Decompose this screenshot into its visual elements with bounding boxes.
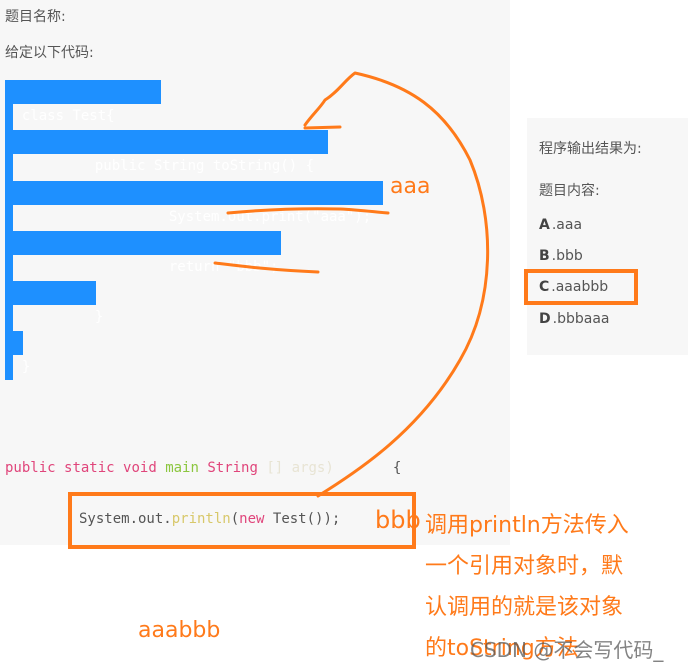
code-line-close-method: } xyxy=(5,281,103,325)
annotation-result: aaabbb xyxy=(138,618,221,643)
code-text: System.out.print("aaa"); xyxy=(168,209,372,225)
code-text: } xyxy=(21,359,31,375)
note-line: 一个引用对象时，默 xyxy=(425,554,624,579)
answer-highlight-box xyxy=(524,269,638,305)
code-line-main: public static void main String [] args) … xyxy=(5,460,401,476)
content-label: 题目内容: xyxy=(539,183,600,199)
println-highlight-box xyxy=(68,492,416,549)
option-text: .bbb xyxy=(551,248,583,264)
option-letter: A xyxy=(539,217,550,233)
code-line-print: System.out.print("aaa"); xyxy=(5,181,383,225)
annotation-aaa: aaa xyxy=(390,174,431,199)
code-text: return "bbb"; xyxy=(168,259,279,275)
question-title-label: 题目名称: xyxy=(5,9,66,25)
option-letter: D xyxy=(539,311,551,327)
code-function: main xyxy=(165,460,199,476)
option-text: .bbbaaa xyxy=(552,311,610,327)
code-keyword: void xyxy=(123,460,157,476)
option-letter: B xyxy=(539,248,550,264)
note-line: 认调用的就是该对象 xyxy=(425,595,624,620)
output-label: 程序输出结果为: xyxy=(539,141,642,157)
code-brace: { xyxy=(392,460,402,476)
code-text: public String toString() { xyxy=(94,158,315,174)
code-args: [] args) xyxy=(266,460,334,476)
watermark: CSDN @不会写代码_ xyxy=(470,638,664,662)
code-line-return: return "bbb"; xyxy=(5,231,281,275)
code-line-tostring: public String toString() { xyxy=(5,130,328,174)
code-type: String xyxy=(207,460,258,476)
note-line: 调用println方法传入 xyxy=(425,513,629,538)
option-text: .aaa xyxy=(551,217,583,233)
option-d[interactable]: D .bbbaaa xyxy=(539,311,609,327)
code-text: class Test{ xyxy=(21,108,115,124)
code-line-close-class: } xyxy=(5,331,30,375)
code-text: } xyxy=(94,309,104,325)
code-line-class: class Test{ xyxy=(5,80,161,124)
annotation-bbb: bbb xyxy=(375,506,421,534)
code-keyword: static xyxy=(64,460,115,476)
code-keyword: public xyxy=(5,460,56,476)
option-a[interactable]: A .aaa xyxy=(539,217,582,233)
given-code-label: 给定以下代码: xyxy=(5,45,94,61)
option-b[interactable]: B .bbb xyxy=(539,248,583,264)
